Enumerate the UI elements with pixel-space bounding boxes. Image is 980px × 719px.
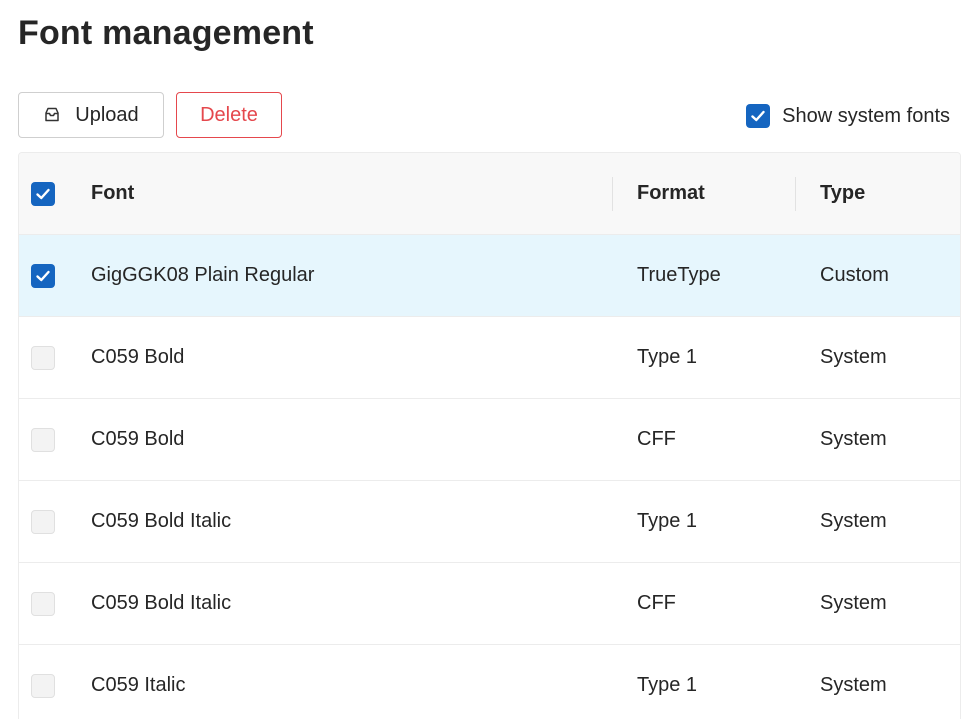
font-name-cell: C059 Bold (91, 346, 185, 368)
font-name-cell: GigGGK08 Plain Regular (91, 264, 315, 286)
table-header: Font Format Type (19, 153, 960, 235)
column-header-format[interactable]: Format (637, 153, 705, 234)
select-all-checkbox[interactable] (31, 181, 55, 206)
table-row[interactable]: C059 Bold Italic CFF System (19, 563, 960, 645)
font-name-cell: C059 Bold Italic (91, 510, 232, 532)
show-system-fonts-label: Show system fonts (782, 104, 950, 127)
font-format-cell: CFF (637, 592, 676, 614)
row-checkbox[interactable] (31, 263, 55, 288)
show-system-fonts-toggle[interactable]: Show system fonts (746, 104, 950, 128)
font-type-cell: System (820, 428, 887, 450)
font-name-cell: C059 Italic (91, 674, 186, 696)
upload-button-label: Upload (75, 103, 139, 126)
fonts-table: Font Format Type GigGGK08 Plain Regular T… (18, 152, 961, 719)
column-divider[interactable] (612, 177, 613, 211)
delete-button[interactable]: Delete (176, 92, 282, 138)
row-checkbox[interactable] (31, 509, 55, 534)
font-format-cell: CFF (637, 428, 676, 450)
font-name-cell: C059 Bold (91, 428, 185, 450)
check-icon (36, 188, 50, 199)
column-header-font[interactable]: Font (91, 153, 134, 234)
column-header-type[interactable]: Type (820, 153, 865, 234)
font-type-cell: Custom (820, 264, 889, 286)
font-management-page: Font management Upload Delete Show syste… (0, 0, 980, 719)
row-checkbox[interactable] (31, 427, 55, 452)
toolbar: Upload Delete Show system fonts (18, 92, 950, 140)
table-row[interactable]: C059 Bold CFF System (19, 399, 960, 481)
upload-tray-icon (43, 106, 61, 124)
font-format-cell: Type 1 (637, 674, 698, 696)
font-name-cell: C059 Bold Italic (91, 592, 232, 614)
row-checkbox[interactable] (31, 591, 55, 616)
page-title: Font management (18, 14, 314, 52)
table-row[interactable]: C059 Bold Italic Type 1 System (19, 481, 960, 563)
show-system-fonts-checkbox[interactable] (746, 104, 771, 128)
check-icon (751, 110, 765, 122)
table-row[interactable]: C059 Italic Type 1 System (19, 645, 960, 719)
font-format-cell: Type 1 (637, 346, 698, 368)
font-type-cell: System (820, 510, 887, 532)
font-format-cell: TrueType (637, 264, 721, 286)
font-type-cell: System (820, 346, 887, 368)
check-icon (36, 270, 50, 281)
upload-button[interactable]: Upload (18, 92, 164, 138)
font-type-cell: System (820, 674, 887, 696)
row-checkbox[interactable] (31, 345, 55, 370)
table-row[interactable]: GigGGK08 Plain Regular TrueType Custom (19, 235, 960, 317)
row-checkbox[interactable] (31, 673, 55, 698)
font-format-cell: Type 1 (637, 510, 698, 532)
font-type-cell: System (820, 592, 887, 614)
column-divider[interactable] (795, 177, 796, 211)
delete-button-label: Delete (200, 103, 258, 126)
table-row[interactable]: C059 Bold Type 1 System (19, 317, 960, 399)
